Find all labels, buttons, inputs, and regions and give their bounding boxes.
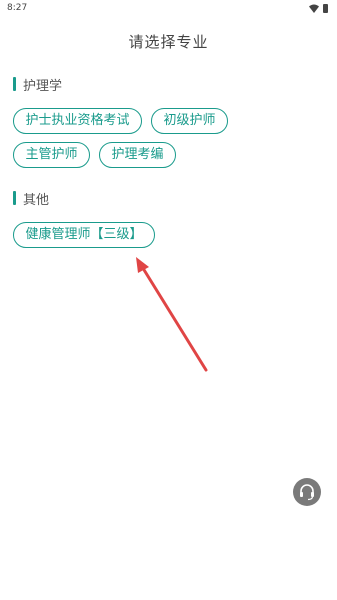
section-accent-bar <box>13 191 16 205</box>
option-health-manager[interactable]: 健康管理师【三级】 <box>13 222 155 248</box>
status-time: 8:27 <box>7 3 28 13</box>
wifi-icon <box>309 4 319 13</box>
customer-service-button[interactable] <box>293 478 321 506</box>
section-label: 其他 <box>23 192 50 208</box>
option-junior-nurse[interactable]: 初级护师 <box>151 108 228 134</box>
section-label: 护理学 <box>23 78 63 94</box>
section-accent-bar <box>13 77 16 91</box>
page-title: 请选择专业 <box>128 33 209 51</box>
option-nurse-license-exam[interactable]: 护士执业资格考试 <box>13 108 142 134</box>
status-icons <box>309 3 328 13</box>
section-title-nursing: 护理学 <box>13 77 63 94</box>
headset-icon <box>300 484 314 501</box>
option-nursing-exam[interactable]: 护理考编 <box>99 142 176 168</box>
option-charge-nurse[interactable]: 主管护师 <box>13 142 90 168</box>
battery-icon <box>323 3 328 13</box>
section-title-other: 其他 <box>13 191 50 208</box>
status-bar: 8:27 <box>0 0 337 16</box>
